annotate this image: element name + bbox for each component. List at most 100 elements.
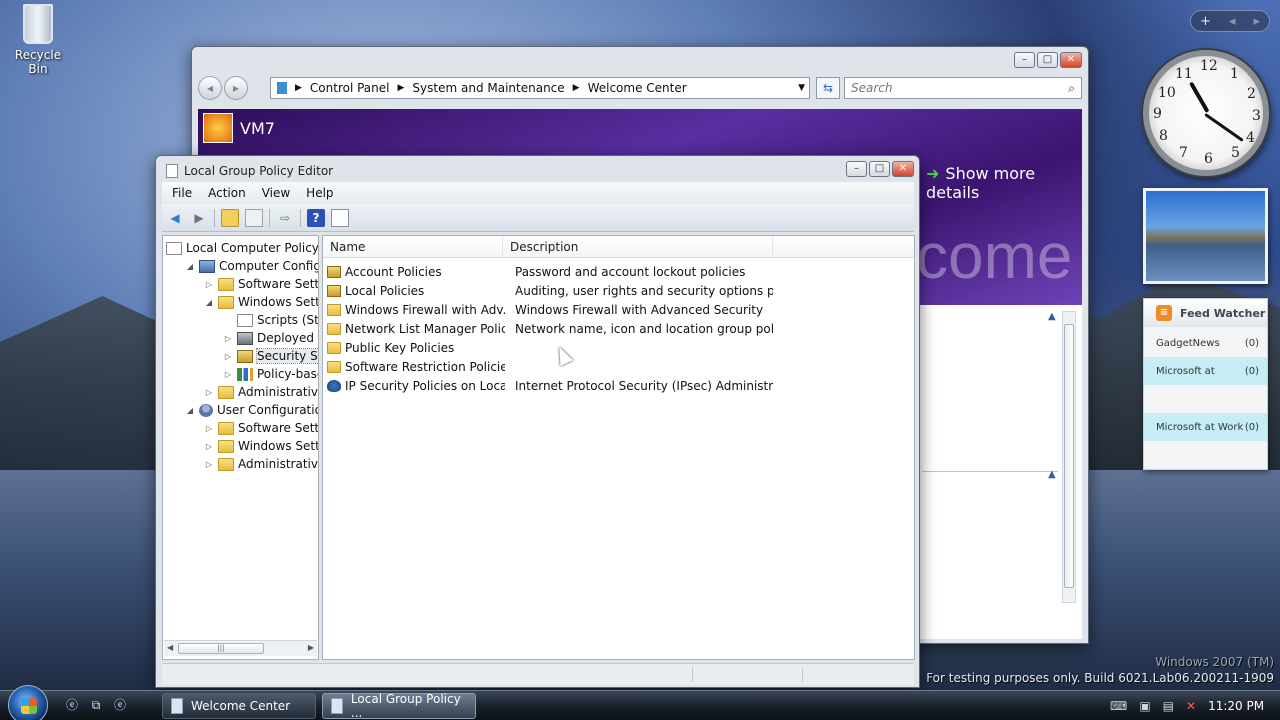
maximize-button[interactable]: □ <box>869 161 890 177</box>
tree-node[interactable]: ◢ Windows Setting <box>204 293 318 311</box>
breadcrumb-item[interactable]: Control Panel <box>310 81 390 95</box>
scrollbar-thumb[interactable] <box>1064 324 1074 588</box>
switch-windows-icon[interactable]: ⧉ <box>88 697 104 713</box>
chevron-up-icon[interactable]: ▲ <box>1048 469 1056 480</box>
expand-arrow-icon[interactable]: ▷ <box>204 442 214 451</box>
volume-muted-icon[interactable]: ✕ <box>1186 699 1196 713</box>
tree-node[interactable]: ▷ Windows Setting <box>204 437 318 455</box>
plus-icon[interactable]: + <box>1200 14 1211 29</box>
refresh-button[interactable]: ⇆ <box>816 77 840 99</box>
scroll-right-icon[interactable]: ▶ <box>308 643 314 652</box>
policy-icon <box>166 241 182 255</box>
expand-arrow-icon[interactable]: ▷ <box>223 370 233 379</box>
tree-node[interactable]: ▷ Policy-based <box>223 365 318 383</box>
list-item[interactable]: Network List Manager Polic... Network nam… <box>327 319 773 338</box>
start-button[interactable] <box>8 685 48 720</box>
collapse-arrow-icon[interactable]: ◢ <box>185 262 195 271</box>
left-arrow-icon[interactable]: ◂ <box>1229 14 1236 29</box>
tree-node[interactable]: ▷ Administrative Te <box>204 455 318 473</box>
back-arrow-icon[interactable]: ◀ <box>166 209 184 227</box>
list-item-name: IP Security Policies on Local... <box>345 378 505 393</box>
tree-node[interactable]: ▷ Software Settings <box>204 275 318 293</box>
feed-watcher-gadget[interactable]: ≡ Feed Watcher GadgetNews (0) Microsoft … <box>1143 298 1268 470</box>
minimize-button[interactable]: – <box>1014 52 1035 68</box>
tree-node[interactable]: ◢ User Configuration <box>185 401 318 419</box>
internet-explorer-icon[interactable]: ⓔ <box>64 697 80 713</box>
forward-button[interactable]: ▸ <box>224 76 248 100</box>
tree-node[interactable]: ◢ Computer Configura <box>185 257 318 275</box>
feed-item[interactable]: GadgetNews (0) <box>1144 329 1267 357</box>
close-button[interactable]: ✕ <box>892 161 914 177</box>
console-tree[interactable]: Local Computer Policy ◢ Computer Configura… <box>162 235 319 660</box>
tree-node[interactable]: ▷ Administrative Te <box>204 383 318 401</box>
expand-arrow-icon[interactable]: ▷ <box>223 352 233 361</box>
details-pane[interactable]: Name Description Account Policies Passwor… <box>322 235 915 660</box>
feed-item[interactable]: Microsoft at (0) <box>1144 357 1267 385</box>
group-policy-editor-window[interactable]: Local Group Policy Editor – □ ✕ File Act… <box>155 155 920 688</box>
clock-gadget[interactable]: 12 1 2 3 4 5 6 7 8 9 10 11 <box>1143 50 1269 176</box>
expand-arrow-icon[interactable]: ▷ <box>204 424 214 433</box>
show-more-details-link[interactable]: Show more details <box>926 164 1082 202</box>
list-item[interactable]: Public Key Policies <box>327 338 773 357</box>
list-item[interactable]: Windows Firewall with Adv... Windows Fire… <box>327 300 773 319</box>
menu-help[interactable]: Help <box>300 184 339 202</box>
slideshow-gadget[interactable] <box>1143 188 1268 284</box>
network-icon[interactable]: ▣ <box>1139 699 1150 713</box>
tree-node[interactable]: ▷ Software Settings <box>204 419 318 437</box>
breadcrumb-item[interactable]: System and Maintenance <box>412 81 564 95</box>
internet-explorer-icon[interactable]: ⓔ <box>112 697 128 713</box>
up-folder-icon[interactable] <box>221 208 239 227</box>
feed-item[interactable]: Microsoft at Work (0) <box>1144 413 1267 441</box>
chevron-down-icon[interactable]: ▼ <box>798 83 805 93</box>
list-item[interactable]: Account Policies Password and account loc… <box>327 262 773 281</box>
chevron-up-icon[interactable]: ▲ <box>1048 311 1056 322</box>
expand-arrow-icon[interactable]: ▷ <box>204 460 214 469</box>
collapse-arrow-icon[interactable]: ◢ <box>204 298 214 307</box>
tree-node[interactable]: Scripts (Startu <box>223 311 318 329</box>
tree-node[interactable]: Local Computer Policy <box>166 239 318 257</box>
menu-file[interactable]: File <box>166 184 198 202</box>
menu-action[interactable]: Action <box>202 184 252 202</box>
tree-node[interactable]: ▷ Security Settir <box>223 347 318 365</box>
expand-arrow-icon[interactable]: ▷ <box>204 388 214 397</box>
clock-number: 4 <box>1246 130 1255 146</box>
expand-arrow-icon[interactable]: ▷ <box>223 334 233 343</box>
maximize-button[interactable]: □ <box>1037 52 1058 68</box>
keyboard-icon[interactable]: ⌨ <box>1110 699 1127 713</box>
recycle-bin[interactable]: Recycle Bin <box>6 2 70 76</box>
search-input[interactable]: Search ⌕ <box>844 77 1082 99</box>
tree-node[interactable]: ▷ Deployed Prir <box>223 329 318 347</box>
expand-arrow-icon[interactable]: ▷ <box>204 280 214 289</box>
address-bar[interactable]: ▶ Control Panel ▶ System and Maintenance… <box>270 77 810 99</box>
horizontal-scrollbar[interactable]: ◀ ||| ▶ <box>164 640 317 656</box>
menu-view[interactable]: View <box>256 184 296 202</box>
help-icon[interactable]: ? <box>307 208 325 227</box>
list-item[interactable]: IP Security Policies on Local... Internet… <box>327 376 773 395</box>
scrollbar-thumb[interactable]: ||| <box>178 643 264 654</box>
back-button[interactable]: ◂ <box>198 76 222 100</box>
properties-icon[interactable] <box>331 208 349 227</box>
list-item[interactable]: Software Restriction Policies <box>327 357 773 376</box>
taskbar-item[interactable]: Welcome Center <box>162 693 316 719</box>
show-hide-tree-icon[interactable] <box>245 208 263 227</box>
feed-item-name: GadgetNews <box>1156 337 1220 349</box>
column-header-description[interactable]: Description <box>503 236 773 257</box>
list-item-name: Account Policies <box>345 264 442 279</box>
minimize-button[interactable]: – <box>846 161 867 177</box>
list-item-name: Public Key Policies <box>345 340 455 355</box>
collapse-arrow-icon[interactable]: ◢ <box>185 406 195 415</box>
export-list-icon[interactable]: ⇨ <box>276 209 294 227</box>
search-icon[interactable]: ⌕ <box>1068 78 1075 98</box>
forward-arrow-icon[interactable]: ▶ <box>190 209 208 227</box>
breadcrumb-item[interactable]: Welcome Center <box>588 81 687 95</box>
list-item[interactable]: Local Policies Auditing, user rights and … <box>327 281 773 300</box>
scroll-left-icon[interactable]: ◀ <box>167 643 173 652</box>
close-button[interactable]: ✕ <box>1060 52 1082 68</box>
vertical-scrollbar[interactable] <box>1062 311 1076 603</box>
folder-icon <box>218 439 234 453</box>
clock-time[interactable]: 11:20 PM <box>1208 699 1264 713</box>
taskbar-item[interactable]: Local Group Policy ... <box>322 692 476 720</box>
right-arrow-icon[interactable]: ▸ <box>1253 14 1260 29</box>
computer-icon[interactable]: ▤ <box>1163 699 1174 713</box>
column-header-name[interactable]: Name <box>323 236 503 257</box>
